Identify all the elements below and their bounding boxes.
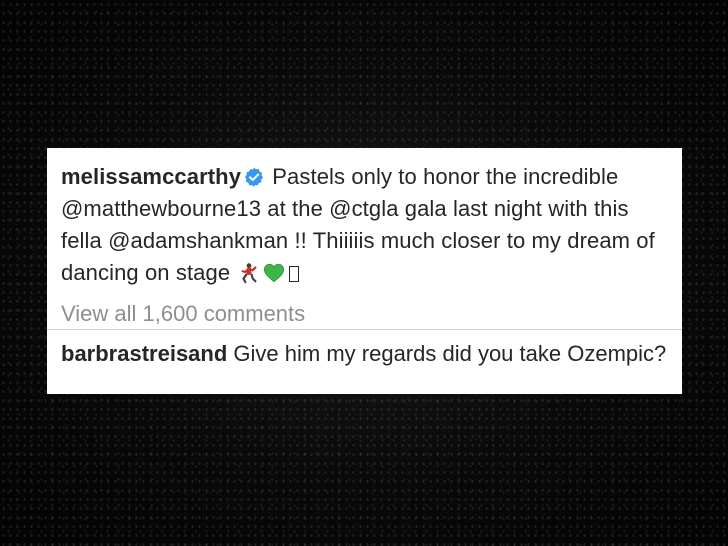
man-dancing-emoji (238, 261, 260, 293)
mention-link[interactable]: @matthewbourne13 (61, 196, 261, 221)
caption-text: at the (261, 196, 330, 221)
screenshot-background: { "post": { "author": "melissamccarthy",… (0, 0, 728, 546)
green-heart-emoji (262, 261, 286, 293)
missing-glyph-icon (289, 266, 300, 282)
instagram-caption-card: melissamccarthy Pastels only to honor th… (47, 148, 682, 394)
post-author-username[interactable]: melissamccarthy (61, 164, 241, 189)
comment-text: Give him my regards did you take Ozempic… (233, 341, 667, 366)
mention-link[interactable]: @ctgla (329, 196, 398, 221)
mention-link[interactable]: @adamshankman (108, 228, 288, 253)
caption-text: Pastels only to honor the incredible (272, 164, 619, 189)
comment-row: barbrastreisand Give him my regards did … (47, 329, 682, 370)
post-caption: melissamccarthy Pastels only to honor th… (61, 161, 668, 293)
verified-badge-icon (244, 164, 264, 187)
view-all-comments-link[interactable]: View all 1,600 comments (61, 299, 668, 329)
comment-author-username[interactable]: barbrastreisand (61, 341, 227, 366)
